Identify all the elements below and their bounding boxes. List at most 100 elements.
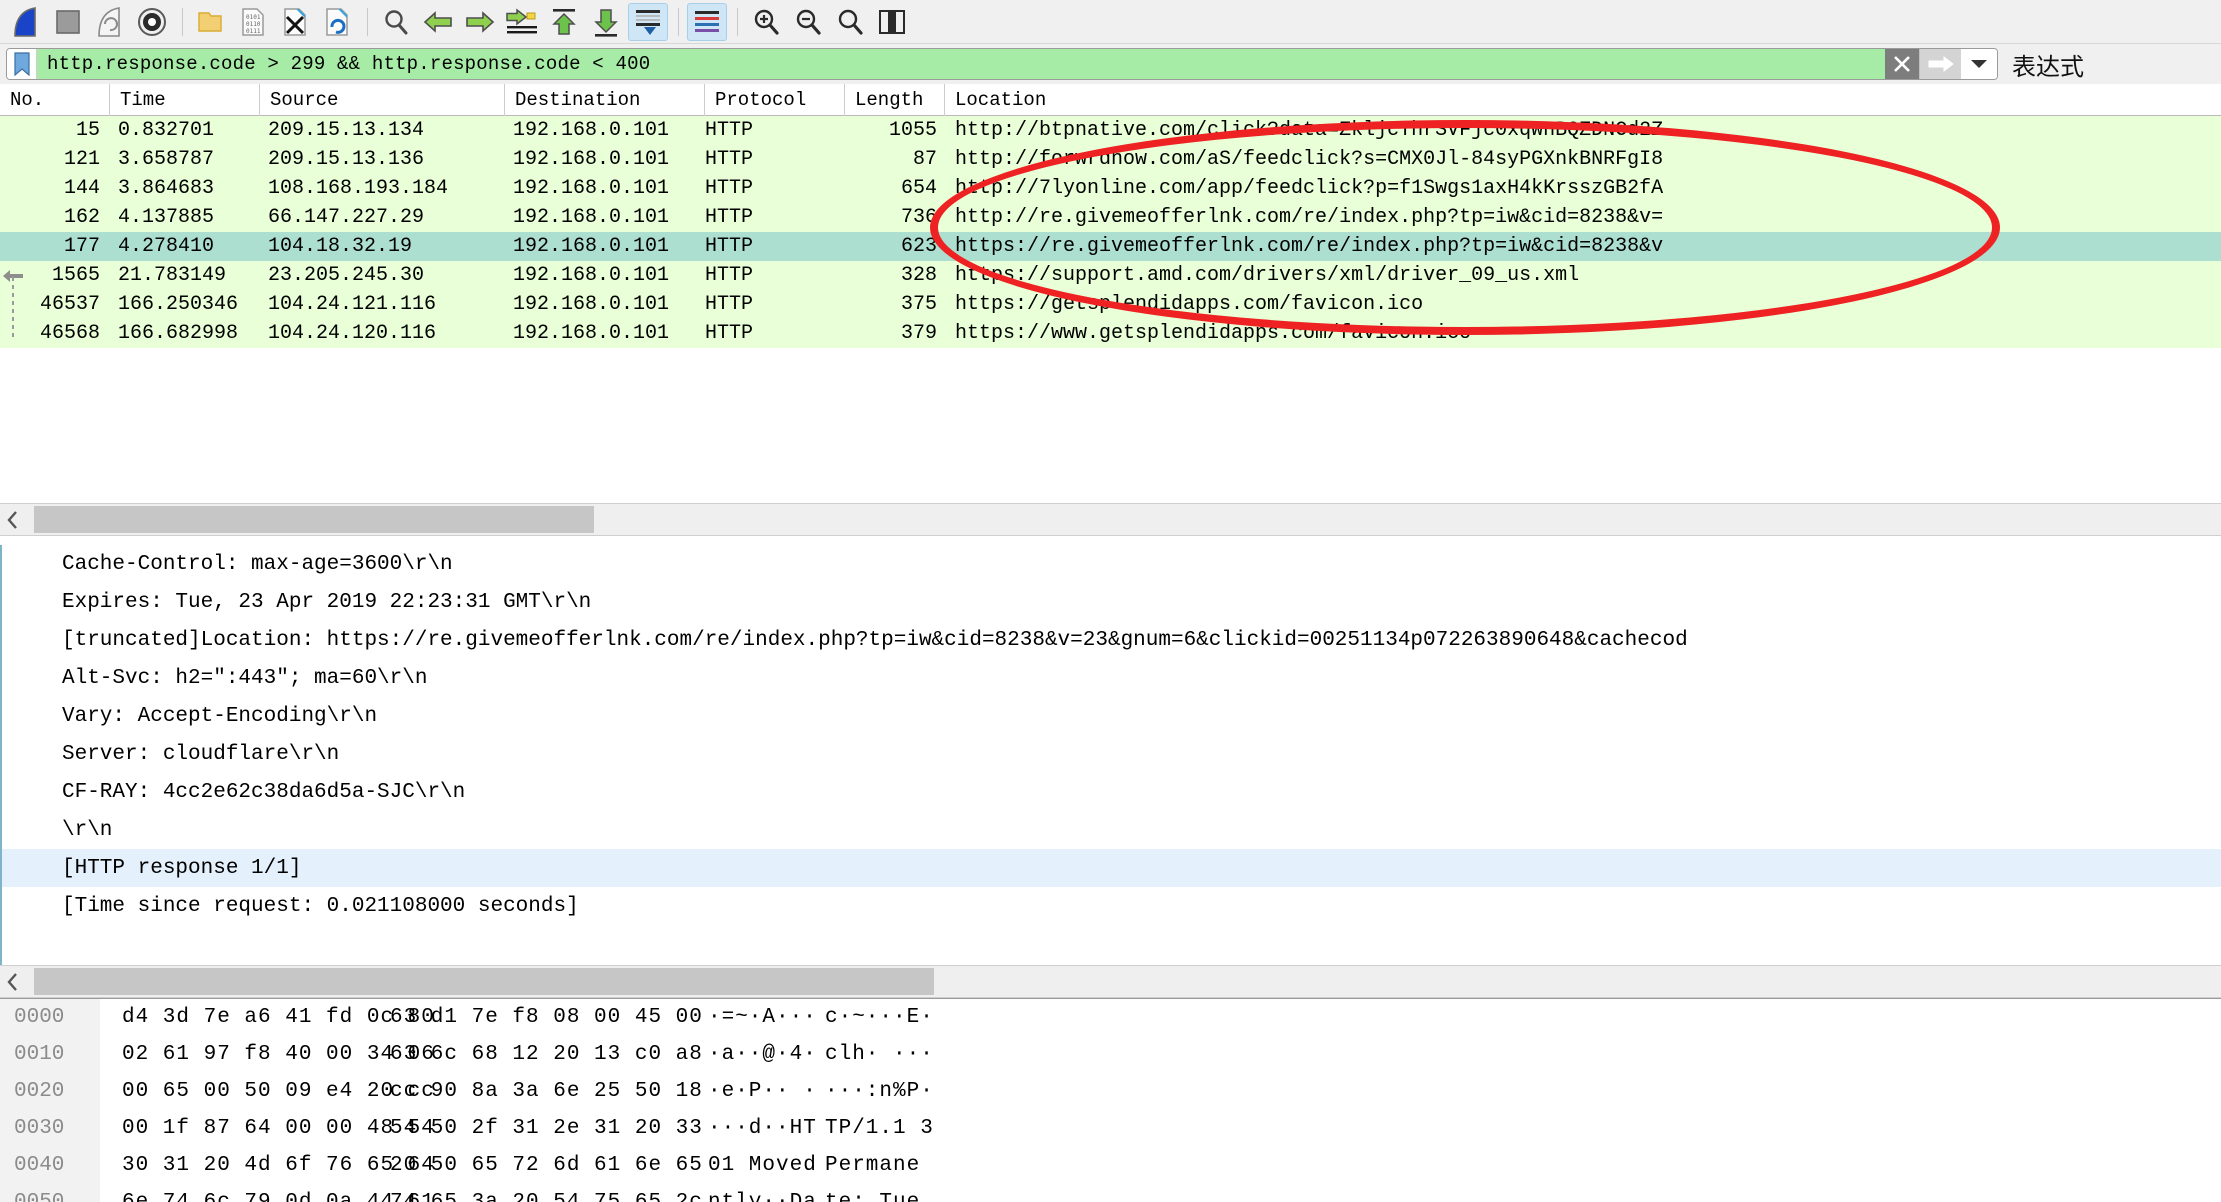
go-to-last-icon[interactable] bbox=[586, 3, 626, 41]
stop-capture-icon[interactable] bbox=[48, 3, 88, 41]
scroll-thumb[interactable] bbox=[34, 968, 934, 995]
hex-ascii-first-half: ·a··@·4· bbox=[708, 1043, 817, 1066]
bookmark-icon[interactable] bbox=[7, 49, 37, 79]
packet-protocol: HTTP bbox=[705, 148, 754, 171]
table-row[interactable]: 121 3.658787 209.15.13.136 192.168.0.101 HTT… bbox=[0, 145, 2221, 174]
hex-row[interactable]: 0030 00 1f 87 64 00 00 48 54 54 50 2f 31 2… bbox=[0, 1110, 2221, 1147]
packet-bytes-pane[interactable]: 0000 d4 3d 7e a6 41 fd 0c 80 63 d1 7e f8 0… bbox=[0, 998, 2221, 1202]
table-row[interactable]: 144 3.864683 108.168.193.184 192.168.0.101 H… bbox=[0, 174, 2221, 203]
hex-row[interactable]: 0010 02 61 97 f8 40 00 34 06 63 6c 68 12 2… bbox=[0, 1036, 2221, 1073]
detail-line[interactable]: \r\n bbox=[2, 811, 2221, 849]
column-header-source[interactable]: Source bbox=[260, 84, 505, 116]
hex-row[interactable]: 0020 00 65 00 50 09 e4 20 cc cc 90 8a 3a 6… bbox=[0, 1073, 2221, 1110]
detail-line[interactable]: CF-RAY: 4cc2e62c38da6d5a-SJC\r\n bbox=[2, 773, 2221, 811]
table-row[interactable]: 15 0.832701 209.15.13.134 192.168.0.101 HTTP… bbox=[0, 116, 2221, 145]
packet-list-hscrollbar[interactable] bbox=[0, 503, 2221, 536]
packet-destination: 192.168.0.101 bbox=[513, 148, 670, 171]
arrow-right-icon[interactable] bbox=[1919, 49, 1961, 79]
hex-row[interactable]: 0040 30 31 20 4d 6f 76 65 64 20 50 65 72 6… bbox=[0, 1147, 2221, 1184]
toolbar-separator-1 bbox=[182, 7, 183, 36]
packet-list-pane[interactable]: No. Time Source Destination Protocol Len… bbox=[0, 84, 2221, 512]
reload-file-icon[interactable] bbox=[317, 3, 357, 41]
packet-length: 623 bbox=[900, 235, 937, 258]
packet-length: 328 bbox=[900, 264, 937, 287]
column-header-location[interactable]: Location bbox=[945, 84, 1345, 116]
table-row[interactable]: 46568 166.682998 104.24.120.116 192.168.0.1… bbox=[0, 319, 2221, 348]
filter-expression-label[interactable]: 表达式 bbox=[2012, 47, 2084, 82]
scroll-left-icon[interactable] bbox=[0, 503, 26, 536]
packet-detail-lines: Cache-Control: max-age=3600\r\n Expires: … bbox=[2, 545, 2221, 925]
packet-time: 3.658787 bbox=[118, 148, 215, 171]
hex-dump-rows: 0000 d4 3d 7e a6 41 fd 0c 80 63 d1 7e f8 0… bbox=[0, 999, 2221, 1202]
scroll-thumb[interactable] bbox=[34, 506, 594, 533]
hex-ascii-second-half: TP/1.1 3 bbox=[825, 1117, 934, 1140]
packet-length: 375 bbox=[900, 293, 937, 316]
find-packet-icon[interactable] bbox=[376, 3, 416, 41]
table-row[interactable]: 162 4.137885 66.147.227.29 192.168.0.101 HTT… bbox=[0, 203, 2221, 232]
hex-ascii-second-half: te: Tue, bbox=[825, 1191, 1025, 1202]
capture-options-icon[interactable] bbox=[132, 3, 172, 41]
column-header-time[interactable]: Time bbox=[110, 84, 260, 116]
packet-destination: 192.168.0.101 bbox=[513, 119, 670, 142]
resize-columns-icon[interactable] bbox=[872, 3, 912, 41]
go-to-first-icon[interactable] bbox=[544, 3, 584, 41]
zoom-in-icon[interactable] bbox=[746, 3, 786, 41]
packet-destination: 192.168.0.101 bbox=[513, 235, 670, 258]
packet-detail-pane[interactable]: Cache-Control: max-age=3600\r\n Expires: … bbox=[0, 545, 2221, 965]
packet-detail-hscrollbar[interactable] bbox=[0, 965, 2221, 998]
auto-scroll-icon[interactable] bbox=[628, 2, 668, 41]
open-file-icon[interactable] bbox=[191, 3, 231, 41]
hex-offset: 0050 bbox=[0, 1184, 100, 1202]
save-file-icon[interactable]: 0101 0110 0111 bbox=[233, 3, 273, 41]
detail-line[interactable]: [truncated]Location: https://re.givemeof… bbox=[2, 621, 2221, 659]
chevron-down-icon[interactable] bbox=[1961, 49, 1997, 79]
packet-location: https://support.amd.com/drivers/xml/driv… bbox=[955, 264, 1580, 287]
table-row[interactable]: 1565 21.783149 23.205.245.30 192.168.0.101 H… bbox=[0, 261, 2221, 290]
zoom-out-icon[interactable] bbox=[788, 3, 828, 41]
column-header-destination[interactable]: Destination bbox=[505, 84, 705, 116]
go-to-packet-icon[interactable] bbox=[502, 3, 542, 41]
display-filter-input[interactable]: http.response.code > 299 && http.respons… bbox=[37, 49, 1885, 79]
detail-line[interactable]: Cache-Control: max-age=3600\r\n bbox=[2, 545, 2221, 583]
main-toolbar: 0101 0110 0111 bbox=[0, 0, 2221, 44]
packet-time: 3.864683 bbox=[118, 177, 215, 200]
packet-source: 104.24.120.116 bbox=[268, 322, 437, 345]
detail-line[interactable]: [Time since request: 0.021108000 seconds… bbox=[2, 887, 2221, 925]
detail-line[interactable]: Expires: Tue, 23 Apr 2019 22:23:31 GMT\r… bbox=[2, 583, 2221, 621]
hex-bytes-second-half: 74 65 3a 20 54 75 65 2c bbox=[390, 1191, 702, 1202]
detail-line[interactable]: [HTTP response 1/1] bbox=[2, 849, 2221, 887]
packet-location: https://www.getsplendidapps.com/favicon.… bbox=[955, 322, 1472, 345]
colorize-icon[interactable] bbox=[687, 2, 727, 41]
go-forward-icon[interactable] bbox=[460, 3, 500, 41]
hex-row[interactable]: 0000 d4 3d 7e a6 41 fd 0c 80 63 d1 7e f8 0… bbox=[0, 999, 2221, 1036]
packet-no: 121 bbox=[63, 148, 100, 171]
close-icon[interactable] bbox=[1885, 49, 1919, 79]
hex-offset: 0020 bbox=[0, 1073, 100, 1110]
restart-capture-icon[interactable] bbox=[90, 3, 130, 41]
related-packet-indicator bbox=[12, 277, 14, 337]
table-row[interactable]: 46537 166.250346 104.24.121.116 192.168.0.1… bbox=[0, 290, 2221, 319]
scroll-left-icon[interactable] bbox=[0, 965, 26, 998]
column-header-protocol[interactable]: Protocol bbox=[705, 84, 845, 116]
detail-line[interactable]: Alt-Svc: h2=":443"; ma=60\r\n bbox=[2, 659, 2221, 697]
packet-time: 166.682998 bbox=[118, 322, 239, 345]
packet-time: 4.137885 bbox=[118, 206, 215, 229]
column-header-length[interactable]: Length bbox=[845, 84, 945, 116]
detail-line[interactable]: Vary: Accept-Encoding\r\n bbox=[2, 697, 2221, 735]
packet-list-header: No. Time Source Destination Protocol Len… bbox=[0, 84, 2221, 116]
display-filter-container[interactable]: http.response.code > 299 && http.respons… bbox=[6, 48, 1998, 80]
close-file-icon[interactable] bbox=[275, 3, 315, 41]
go-back-icon[interactable] bbox=[418, 3, 458, 41]
packet-time: 4.278410 bbox=[118, 235, 215, 258]
packet-location: http://btpnative.com/click?data=ZkljcThr… bbox=[955, 119, 1664, 142]
table-row[interactable]: 177 4.278410 104.18.32.19 192.168.0.101 HTTP… bbox=[0, 232, 2221, 261]
packet-no: 46537 bbox=[39, 293, 100, 316]
zoom-reset-icon[interactable] bbox=[830, 3, 870, 41]
column-header-no[interactable]: No. bbox=[0, 84, 110, 116]
hex-ascii-second-half: clh· ··· bbox=[825, 1043, 934, 1066]
packet-no: 46568 bbox=[39, 322, 100, 345]
start-capture-icon[interactable] bbox=[6, 3, 46, 41]
detail-line[interactable]: Server: cloudflare\r\n bbox=[2, 735, 2221, 773]
hex-row[interactable]: 00506e 74 6c 79 0d 0a 44 6174 65 3a 20 5… bbox=[0, 1184, 2221, 1202]
packet-source: 108.168.193.184 bbox=[268, 177, 449, 200]
